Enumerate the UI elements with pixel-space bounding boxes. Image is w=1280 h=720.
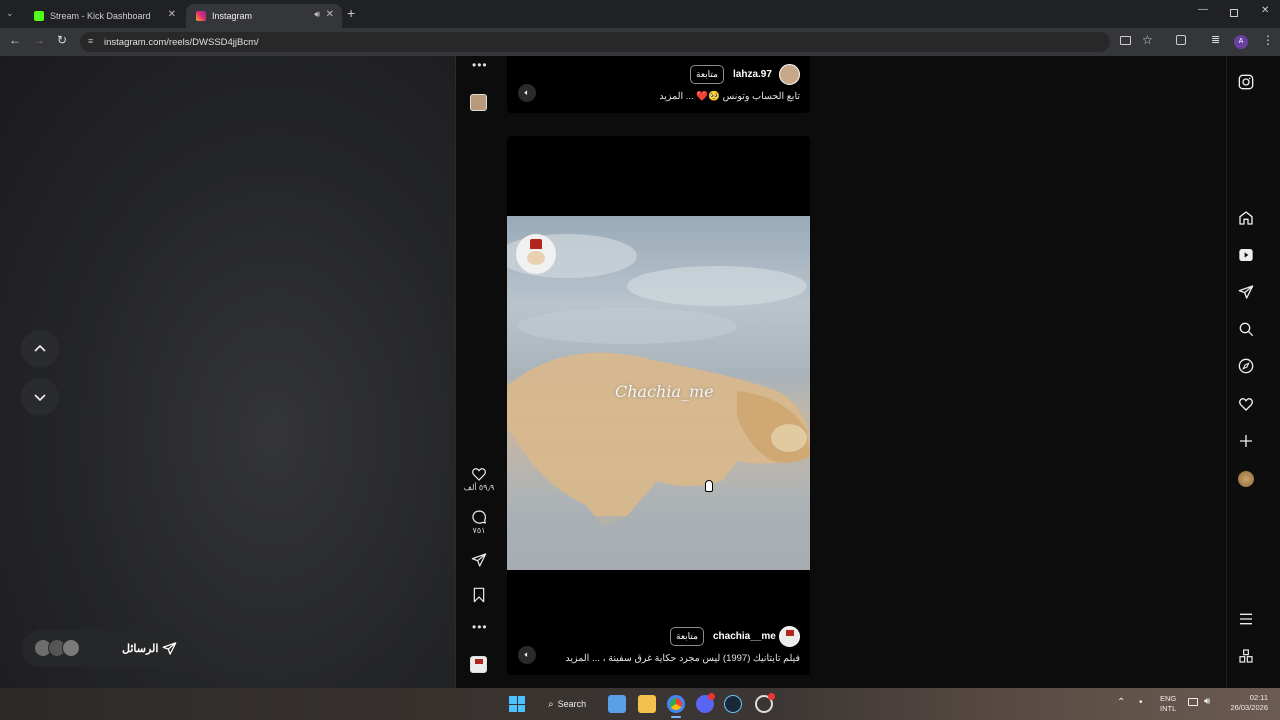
- reel-caption[interactable]: فيلم تايتانيك (1997) ليس مجرد حكاية غرق …: [540, 653, 800, 664]
- search-icon[interactable]: [1238, 321, 1254, 337]
- right-panel: [815, 56, 1226, 688]
- author-avatar[interactable]: [779, 626, 800, 647]
- tray-overflow-icon[interactable]: ⌃: [1117, 697, 1125, 708]
- file-explorer-icon[interactable]: [638, 695, 656, 713]
- kick-favicon-icon: [34, 11, 44, 21]
- notification-badge: [768, 693, 775, 700]
- audio-thumbnail[interactable]: [470, 656, 487, 673]
- tab-instagram[interactable]: Instagram 🔊︎ ✕: [186, 4, 342, 28]
- video-watermark: Chachia_me: [615, 382, 714, 401]
- reel-video[interactable]: Chachia_me: [507, 216, 810, 570]
- more-options-icon[interactable]: •••: [472, 58, 488, 72]
- tab-kick-dashboard[interactable]: Stream - Kick Dashboard ✕: [24, 4, 184, 28]
- close-tab-icon[interactable]: ✕: [168, 9, 176, 20]
- restore-icon[interactable]: [1230, 9, 1238, 17]
- close-window-icon[interactable]: ✕: [1261, 5, 1269, 16]
- language-line1: ENG: [1160, 694, 1177, 703]
- more-options-icon[interactable]: •••: [472, 620, 488, 634]
- url-text: instagram.com/reels/DWSSD4jjBcm/: [104, 36, 259, 48]
- forward-icon[interactable]: →: [33, 33, 45, 47]
- audio-playing-icon[interactable]: 🔊︎: [314, 9, 320, 20]
- send-icon: [162, 642, 177, 655]
- steam-icon[interactable]: [724, 695, 742, 713]
- extensions-icon[interactable]: [1176, 35, 1186, 45]
- heart-icon: [472, 468, 486, 481]
- like-button[interactable]: ٥٩٫٩ ألف: [456, 466, 502, 492]
- clock[interactable]: 02:11 26/03/2026: [1222, 693, 1268, 713]
- search-label: Search: [557, 699, 587, 709]
- comments-count: ٧٥١: [472, 526, 486, 535]
- tab-list-button[interactable]: ⌄: [6, 8, 20, 20]
- address-bar[interactable]: ≡ instagram.com/reels/DWSSD4jjBcm/: [80, 32, 1110, 52]
- instagram-logo-icon[interactable]: [1238, 74, 1254, 90]
- date-text: 26/03/2026: [1230, 703, 1268, 712]
- author-username[interactable]: chachia__me: [713, 631, 776, 642]
- send-icon: [471, 553, 487, 567]
- likes-count: ٥٩٫٩ ألف: [463, 483, 495, 492]
- explore-icon[interactable]: [1238, 358, 1254, 374]
- comment-button[interactable]: ٧٥١: [456, 509, 502, 535]
- reload-icon[interactable]: ↻: [57, 33, 67, 47]
- mouse-cursor: [705, 480, 713, 492]
- language-indicator[interactable]: ENG INTL: [1160, 694, 1176, 714]
- comment-icon: [472, 510, 487, 524]
- reels-icon[interactable]: [1238, 247, 1254, 263]
- blurred-background: [0, 56, 455, 688]
- site-info-icon[interactable]: ≡: [88, 36, 93, 46]
- create-icon[interactable]: [1238, 433, 1254, 449]
- share-button[interactable]: [456, 552, 502, 568]
- previous-reel-button[interactable]: [21, 330, 59, 368]
- heart-icon[interactable]: [1238, 396, 1254, 412]
- menu-icon[interactable]: [1238, 611, 1254, 627]
- home-icon[interactable]: [1238, 210, 1254, 226]
- minimize-icon[interactable]: —: [1198, 4, 1208, 15]
- messages-button[interactable]: الرسائل: [22, 630, 187, 667]
- apps-icon[interactable]: [1238, 648, 1254, 664]
- save-button[interactable]: [456, 587, 502, 603]
- author-avatar[interactable]: [779, 64, 800, 85]
- profile-avatar[interactable]: A: [1234, 35, 1248, 49]
- avatar: [62, 639, 80, 657]
- close-tab-icon[interactable]: ✕: [326, 9, 334, 20]
- chevron-up-icon: [34, 344, 46, 352]
- chrome-icon[interactable]: [667, 695, 685, 713]
- reel-caption[interactable]: تابع الحساب وتونس 🥺❤️ ... المزيد: [620, 91, 800, 102]
- instagram-favicon-icon: [196, 11, 206, 21]
- network-icon[interactable]: [1188, 698, 1198, 706]
- media-controls-icon[interactable]: ≣: [1211, 33, 1220, 46]
- start-button[interactable]: [509, 696, 525, 712]
- next-reel-button[interactable]: [21, 378, 59, 416]
- notepad-icon[interactable]: [608, 695, 626, 713]
- send-icon[interactable]: [1238, 284, 1254, 300]
- volume-icon[interactable]: 🔊︎: [1204, 696, 1210, 707]
- taskbar-active-indicator: [671, 716, 681, 718]
- new-tab-button[interactable]: +: [347, 5, 355, 21]
- language-line2: INTL: [1160, 704, 1177, 713]
- messages-label: الرسائل: [122, 643, 159, 655]
- chevron-down-icon: [34, 394, 46, 402]
- notification-badge: [708, 693, 715, 700]
- bookmark-icon: [473, 587, 485, 603]
- tab-title: Instagram: [212, 11, 253, 21]
- install-app-icon[interactable]: [1120, 36, 1131, 45]
- mute-toggle-icon[interactable]: 🔈︎: [518, 84, 536, 102]
- time-text: 02:11: [1249, 693, 1268, 702]
- back-icon[interactable]: ←: [9, 33, 21, 47]
- search-icon: ⌕: [548, 698, 554, 710]
- profile-avatar[interactable]: [1238, 471, 1254, 487]
- channel-logo: [516, 234, 556, 274]
- mute-toggle-icon[interactable]: 🔈︎: [518, 646, 536, 664]
- microphone-icon[interactable]: •: [1139, 697, 1143, 708]
- tab-title: Stream - Kick Dashboard: [50, 11, 151, 21]
- browser-menu-icon[interactable]: ⋮: [1262, 33, 1274, 47]
- follow-button[interactable]: متابعة: [670, 627, 704, 646]
- reel-card[interactable]: [507, 56, 810, 113]
- author-username[interactable]: lahza.97: [733, 69, 772, 80]
- avatar-stack: [34, 639, 82, 657]
- audio-thumbnail[interactable]: [470, 94, 487, 111]
- follow-button[interactable]: متابعة: [690, 65, 724, 84]
- bookmark-star-icon[interactable]: ☆: [1142, 33, 1153, 47]
- taskbar-search[interactable]: ⌕ Search: [538, 694, 594, 714]
